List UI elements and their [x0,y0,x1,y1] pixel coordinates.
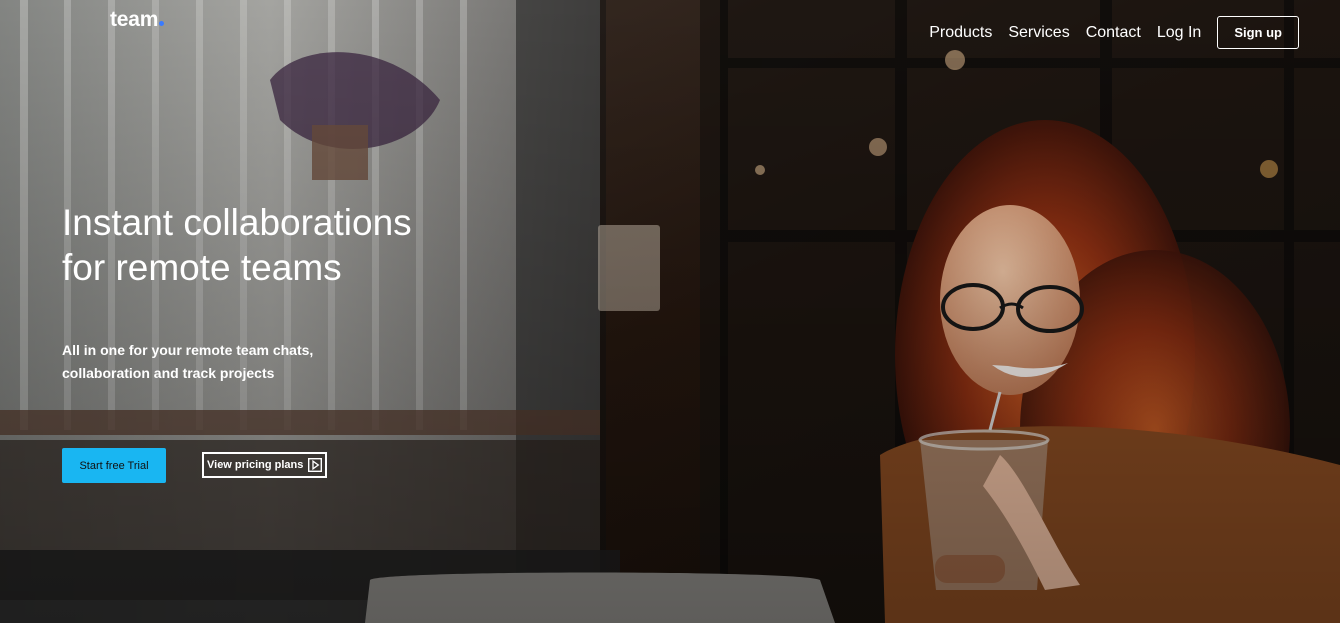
nav-link-contact[interactable]: Contact [1086,24,1141,42]
view-pricing-plans-button[interactable]: View pricing plans [202,452,328,478]
brand-dot-icon [159,21,165,26]
view-pricing-plans-label: View pricing plans [207,459,304,471]
brand-logo[interactable]: team [110,8,165,32]
brand-name: team [110,8,159,31]
hero-background-photo [0,0,1340,623]
nav-link-services[interactable]: Services [1008,24,1069,42]
hero-subheadline: All in one for your remote team chats, c… [62,342,314,381]
top-navigation: Products Services Contact Log In Sign up [929,16,1299,49]
nav-link-login[interactable]: Log In [1157,24,1201,42]
hero-section: team Products Services Contact Log In Si… [0,0,1340,623]
start-free-trial-button[interactable]: Start free Trial [62,448,166,483]
play-icon [308,457,323,473]
nav-link-products[interactable]: Products [929,24,992,42]
sign-up-button[interactable]: Sign up [1217,16,1299,49]
hero-headline: Instant collaborations for remote teams [62,202,412,288]
